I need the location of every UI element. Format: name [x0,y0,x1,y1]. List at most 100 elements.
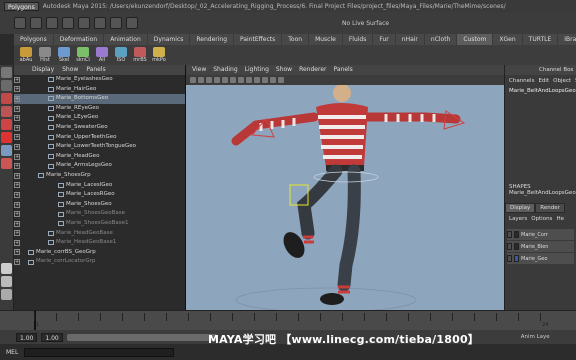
shelf-tab[interactable]: Fur [373,34,396,45]
render-icon[interactable] [110,17,122,29]
visibility-toggle-icon[interactable]: + [14,182,20,189]
shelf-button[interactable]: mkPo [151,47,167,63]
layout-outliner-icon[interactable] [1,289,12,300]
lasso-tool-icon[interactable] [1,80,12,91]
shelf-button[interactable]: All [94,47,110,63]
snap-curve-icon[interactable] [94,17,106,29]
viewport-menu-item[interactable]: Panels [333,65,352,75]
visibility-toggle-icon[interactable]: + [14,191,20,198]
camera-icon[interactable] [190,77,196,83]
shelf-tab[interactable]: Muscle [309,34,343,45]
bookmark-icon[interactable] [198,77,204,83]
outliner-row[interactable]: + Marie_ShoesGeo [14,200,185,210]
start-time-field[interactable]: 1.00 [16,332,38,342]
outliner-row[interactable]: + Marie_ArmsLegsGeo [14,161,185,171]
outliner-row[interactable]: + Marie_LaceslGeo [14,181,185,191]
layer-color-swatch[interactable] [514,231,519,238]
channel-box-menu-item[interactable]: Channels [509,78,534,84]
image-plane-icon[interactable] [206,77,212,83]
visibility-toggle-icon[interactable]: + [14,105,20,112]
wireframe-icon[interactable] [222,77,228,83]
new-scene-icon[interactable] [14,17,26,29]
visibility-toggle-icon[interactable]: + [14,259,20,266]
outliner-menu-item[interactable]: Panels [86,65,105,75]
last-tool-icon[interactable] [1,158,12,169]
textured-icon[interactable] [238,77,244,83]
save-scene-icon[interactable] [46,17,58,29]
outliner-row[interactable]: + Marie_HeadGeoBase1 [14,238,185,248]
rotate-tool-icon[interactable] [1,119,12,130]
outliner-row[interactable]: + Marie_corrBS_GeoGrp [14,248,185,258]
visibility-toggle-icon[interactable]: + [14,115,20,122]
select-tool-icon[interactable] [1,67,12,78]
live-surface-label[interactable]: No Live Surface [342,20,389,27]
viewport-menu-item[interactable]: Shading [213,65,237,75]
shelf-button[interactable]: Skel [56,47,72,63]
layer-menu-item[interactable]: Layers [509,216,527,222]
layer-color-swatch[interactable] [514,255,519,262]
shelf-tab[interactable]: Custom [457,34,494,45]
outliner-row[interactable]: + Marie_ShoesGeoBase [14,209,185,219]
menu-set-selector[interactable]: Polygons [4,1,39,11]
command-language[interactable]: MEL [6,349,18,356]
visibility-toggle-icon[interactable]: + [14,201,20,208]
shelf-button[interactable]: Hist [37,47,53,63]
viewport-menu-item[interactable]: Renderer [299,65,326,75]
shelf-tab[interactable]: PaintEffects [234,34,283,45]
layer-tab[interactable]: Render [535,203,565,213]
outliner-menu-item[interactable]: Show [62,65,78,75]
shelf-button[interactable]: sknCl [75,47,91,63]
outliner-row[interactable]: + Marie_LEyeGeo [14,113,185,123]
layout-four-icon[interactable] [1,276,12,287]
outliner-row[interactable]: + Marie_REyeGeo [14,104,185,114]
layer-color-swatch[interactable] [514,243,519,250]
shelf-button[interactable]: ISO [113,47,129,63]
outliner-row[interactable]: + Marie_UpperTeethGeo [14,133,185,143]
visibility-toggle-icon[interactable]: + [14,239,20,246]
manipulator-icon[interactable] [1,145,12,156]
shelf-tab[interactable]: IBrau [558,34,576,45]
select-mode-icon[interactable] [62,17,74,29]
visibility-toggle-icon[interactable]: + [14,211,20,218]
shelf-button[interactable]: mrBS [132,47,148,63]
outliner-row[interactable]: + Marie_HeadGeo [14,152,185,162]
layer-visibility-toggle[interactable] [507,255,512,262]
shelf-tab[interactable]: Polygons [14,34,54,45]
outliner-row[interactable]: + Marie_LacesRGeo [14,190,185,200]
shelf-button[interactable]: abAu [18,47,34,63]
shelf-tab[interactable]: Animation [104,34,148,45]
layer-menu-item[interactable]: Options [531,216,552,222]
snap-grid-icon[interactable] [78,17,90,29]
visibility-toggle-icon[interactable]: + [14,163,20,170]
display-layer-row[interactable]: Marie_Blen [507,241,574,252]
shelf-tab[interactable]: nCloth [425,34,458,45]
isolate-icon[interactable] [270,77,276,83]
display-layer-row[interactable]: Marie_Geo [507,253,574,264]
smooth-shade-icon[interactable] [230,77,236,83]
layer-visibility-toggle[interactable] [507,231,512,238]
layout-single-icon[interactable] [1,263,12,274]
visibility-toggle-icon[interactable]: + [14,172,20,179]
channel-box-menu-item[interactable]: Object [553,78,571,84]
display-layer-row[interactable]: Marie_Corr [507,229,574,240]
visibility-toggle-icon[interactable]: + [14,76,20,83]
shape-name[interactable]: Marie_BeltAndLoopsGeo [505,190,576,196]
anim-layer-label[interactable]: Anim Laye [521,334,550,340]
open-scene-icon[interactable] [30,17,42,29]
visibility-toggle-icon[interactable]: + [14,134,20,141]
shelf-tab[interactable]: Deformation [54,34,105,45]
grid-icon[interactable] [214,77,220,83]
outliner-row[interactable]: + Marie_LowerTeethTongueGeo [14,142,185,152]
visibility-toggle-icon[interactable]: + [14,124,20,131]
visibility-toggle-icon[interactable]: + [14,230,20,237]
outliner-row[interactable]: + Marie_corrLocatorGrp [14,257,185,267]
outliner-row[interactable]: + Marie_HeadGeoBase [14,229,185,239]
layer-menu-item[interactable]: He [556,216,564,222]
viewport-menu-item[interactable]: View [192,65,206,75]
xray-icon[interactable] [262,77,268,83]
outliner-row[interactable]: + Marie_ShoesGrp [14,171,185,181]
viewport-menu-item[interactable]: Show [276,65,292,75]
shelf-tab[interactable]: Dynamics [148,34,191,45]
layer-tab[interactable]: Display [505,203,536,213]
time-slider[interactable]: 1 24 [0,310,576,331]
